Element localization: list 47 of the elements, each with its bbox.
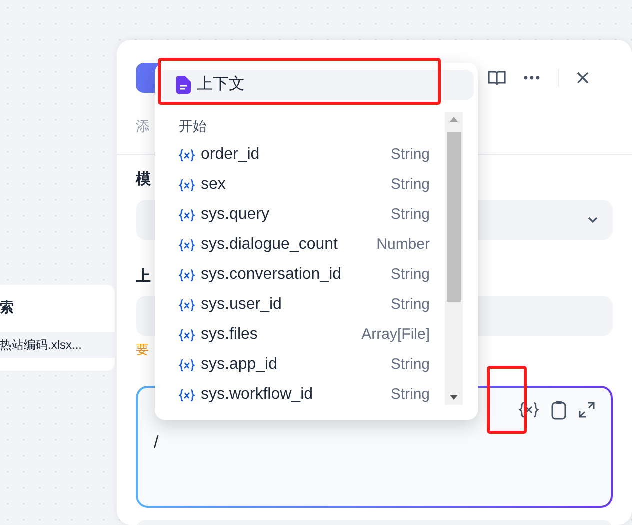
context-hint: 要: [136, 342, 149, 357]
variable-icon: [179, 268, 195, 282]
variable-type: String: [390, 264, 430, 285]
context-option[interactable]: 上下文: [158, 70, 474, 100]
card-title: 索: [0, 298, 15, 317]
variable-icon: [179, 178, 195, 192]
variable-name[interactable]: sys.app_id: [201, 353, 278, 377]
variable-type: String: [390, 174, 430, 195]
chevron-down-icon: [587, 216, 599, 224]
variable-name[interactable]: order_id: [201, 143, 260, 167]
variable-name[interactable]: sys.query: [201, 203, 270, 227]
context-label: 上: [136, 268, 151, 284]
variable-type: String: [390, 204, 430, 225]
variable-icon: [179, 358, 195, 372]
book-icon[interactable]: [488, 70, 506, 86]
variable-name[interactable]: sys.dialogue_count: [201, 233, 338, 257]
variable-name[interactable]: sys.user_id: [201, 293, 282, 317]
variable-icon: [179, 388, 195, 402]
group-label: 开始: [179, 118, 207, 134]
document-icon: [176, 76, 191, 94]
editor-text: /: [154, 432, 159, 452]
scrollbar[interactable]: [445, 112, 463, 405]
variable-name[interactable]: sex: [201, 173, 226, 197]
model-label: 模: [136, 171, 151, 188]
variable-type: Number: [376, 234, 430, 255]
variable-icon: [179, 328, 195, 342]
file-item[interactable]: 热站编码.xlsx...: [0, 332, 115, 358]
variable-icon: [179, 208, 195, 222]
scroll-down-icon[interactable]: [450, 395, 458, 400]
variable-type: String: [390, 354, 430, 375]
variable-name[interactable]: sys.workflow_id: [201, 383, 314, 407]
variable-type: String: [390, 384, 430, 405]
highlight-frame: [487, 366, 527, 434]
variable-icon[interactable]: [519, 402, 539, 418]
variable-type: Array[File]: [362, 324, 430, 345]
variable-type: String: [390, 294, 430, 315]
expand-icon[interactable]: [579, 402, 595, 418]
variable-name[interactable]: sys.files: [201, 323, 258, 347]
variable-type: String: [390, 144, 430, 165]
clipboard-icon[interactable]: [551, 400, 567, 420]
variable-icon: [179, 148, 195, 162]
close-icon[interactable]: [577, 72, 589, 84]
variable-icon: [179, 238, 195, 252]
variable-name[interactable]: sys.conversation_id: [201, 263, 342, 287]
more-icon[interactable]: [524, 76, 540, 80]
variable-icon: [179, 298, 195, 312]
description-text: 添: [136, 118, 150, 134]
